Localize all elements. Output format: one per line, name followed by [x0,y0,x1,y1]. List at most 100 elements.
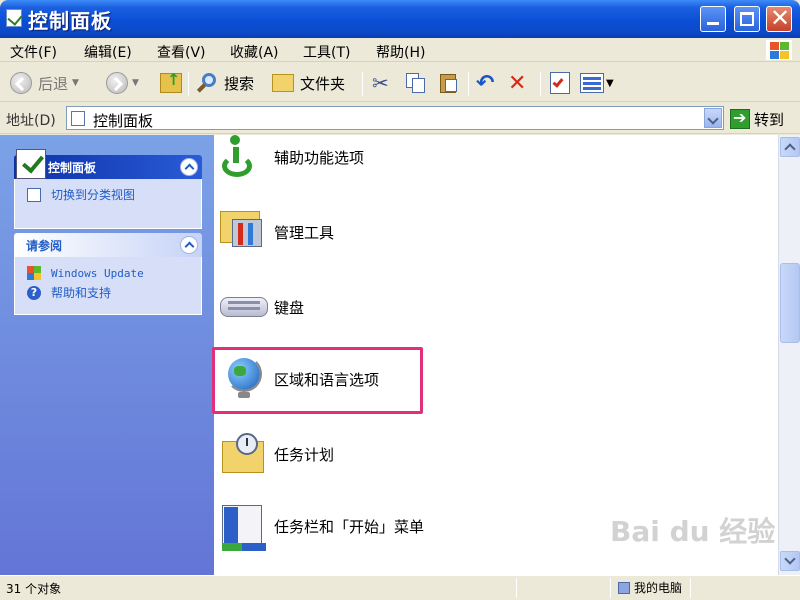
location-label: 我的电脑 [634,581,683,595]
paste-button[interactable] [438,70,460,96]
toolbar-separator [362,72,363,96]
windows-update-icon [27,266,41,280]
toolbar-separator [188,72,189,96]
go-button[interactable]: 转到 [730,107,784,131]
chevron-down-icon: ▼ [606,77,614,89]
back-button[interactable]: 后退 ▼ [10,70,79,96]
menu-bar: 文件(F) 编辑(E) 查看(V) 收藏(A) 工具(T) 帮助(H) [0,38,800,62]
undo-button[interactable]: ↶ [476,70,494,96]
views-button[interactable]: ▼ [580,70,614,96]
properties-icon [550,72,570,94]
status-divider [690,578,691,598]
switch-to-category-view-link[interactable]: 切换到分类视图 [15,185,201,205]
search-label: 搜索 [224,74,255,93]
menu-file[interactable]: 文件(F) [10,42,57,62]
views-grid-icon [580,73,604,93]
item-label: 任务栏和「开始」菜单 [274,518,425,536]
maximize-button[interactable] [734,6,760,32]
properties-button[interactable] [550,70,570,96]
toolbar-separator [468,72,469,96]
delete-button[interactable]: ✕ [508,70,526,96]
menu-help[interactable]: 帮助(H) [376,42,425,62]
chevron-down-icon: ▼ [72,78,79,88]
menu-favorites[interactable]: 收藏(A) [230,42,279,62]
link-label: Windows Update [51,267,144,280]
copy-button[interactable] [404,70,426,96]
vertical-scrollbar[interactable] [778,135,800,575]
control-panel-icon [16,149,46,179]
item-label: 辅助功能选项 [274,149,365,167]
status-divider [610,578,611,598]
windows-update-link[interactable]: Windows Update [15,263,201,283]
panel-body: 切换到分类视图 [14,179,202,229]
keyboard-icon [220,281,268,329]
panel-header[interactable]: 控制面板 [14,149,202,179]
title-bar[interactable]: 控制面板 ✕ [0,0,800,38]
up-button[interactable]: ↑ [160,70,182,96]
collapse-chevron-icon[interactable] [180,158,198,176]
forward-button[interactable]: ▼ [106,70,139,96]
menu-tools[interactable]: 工具(T) [303,42,350,62]
taskbar-icon [220,503,268,551]
panel-title: 控制面板 [48,161,97,175]
windows-logo-icon [766,40,792,60]
list-item-administrative-tools[interactable]: 管理工具 [214,199,614,259]
minimize-button[interactable] [700,6,726,32]
object-count: 31 个对象 [6,582,62,596]
scroll-thumb[interactable] [780,263,800,343]
menu-view[interactable]: 查看(V) [157,42,206,62]
item-label: 管理工具 [274,224,335,242]
back-label: 后退 [38,74,69,93]
address-bar: 地址(D) 控制面板 转到 [0,102,800,134]
search-button[interactable]: 搜索 [196,70,254,96]
folders-button[interactable]: 文件夹 [272,70,345,96]
delete-x-icon: ✕ [508,70,527,96]
control-panel-icon [71,111,85,126]
close-icon: ✕ [770,4,791,32]
scroll-down-button[interactable] [780,551,800,571]
list-item-accessibility-options[interactable]: 辅助功能选项 [214,135,614,195]
status-bar: 31 个对象 我的电脑 [0,575,800,600]
item-label: 任务计划 [274,446,335,464]
minimize-icon [707,22,719,25]
go-arrow-icon [730,108,750,129]
admin-tools-icon [220,205,268,253]
close-button[interactable]: ✕ [766,4,792,32]
see-also-panel: 请参阅 Windows Update ? 帮助和支持 [14,233,202,315]
help-icon: ? [27,286,41,300]
maximize-icon [740,12,754,26]
chevron-down-icon: ▼ [132,78,139,88]
collapse-chevron-icon[interactable] [180,236,198,254]
list-item-scheduled-tasks[interactable]: 任务计划 [214,423,614,483]
cut-button[interactable]: ✂ [372,70,389,96]
address-input[interactable]: 控制面板 [66,106,724,130]
address-label: 地址(D) [6,113,56,129]
folder-icon [272,74,294,92]
status-location: 我的电脑 [618,579,682,596]
list-item-taskbar-start-menu[interactable]: 任务栏和「开始」菜单 [214,499,614,559]
scissors-icon: ✂ [372,71,389,95]
paste-icon [438,72,460,94]
go-label: 转到 [754,110,785,129]
link-label: 切换到分类视图 [51,188,136,202]
address-value: 控制面板 [93,112,154,130]
toolbar-separator [540,72,541,96]
menu-edit[interactable]: 编辑(E) [84,42,132,62]
folder-up-icon: ↑ [160,70,182,93]
control-panel-icon [6,9,22,27]
status-divider [516,578,517,598]
back-arrow-icon [10,72,32,94]
copy-icon [404,72,426,94]
panel-header[interactable]: 请参阅 [14,233,202,257]
link-label: 帮助和支持 [51,286,112,300]
scroll-up-button[interactable] [780,137,800,157]
help-and-support-link[interactable]: ? 帮助和支持 [15,283,201,303]
highlight-box [212,347,423,414]
watermark: Bai du 经验 [610,515,776,548]
switch-view-icon [27,188,41,202]
list-item-keyboard[interactable]: 键盘 [214,275,614,335]
address-dropdown-button[interactable] [704,108,722,128]
undo-icon: ↶ [476,70,495,96]
item-label: 键盘 [274,299,305,317]
accessibility-icon [220,135,268,179]
